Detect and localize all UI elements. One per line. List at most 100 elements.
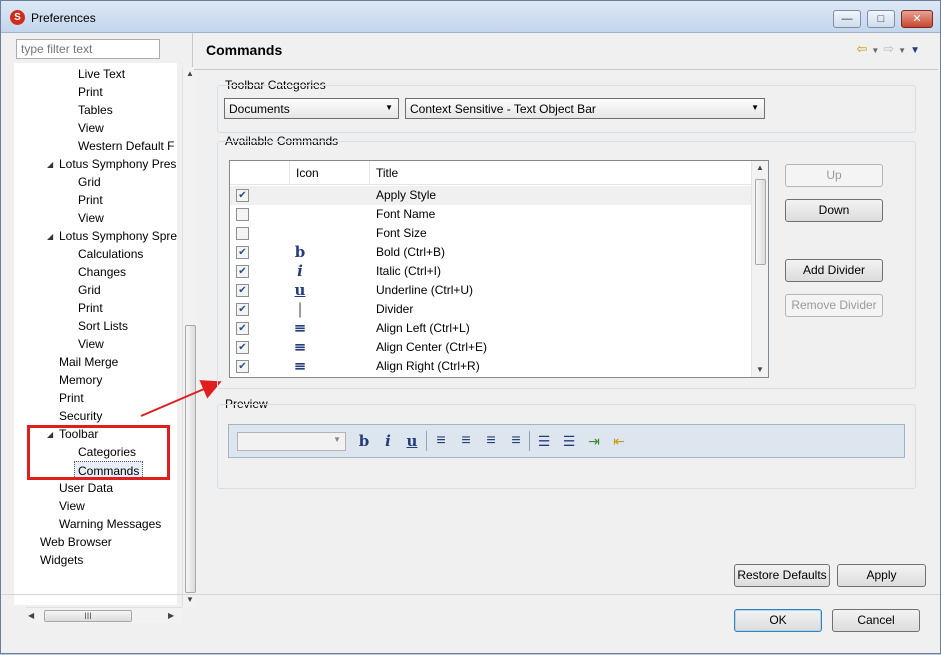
page-title: Commands [206,42,283,58]
scroll-up-icon[interactable]: ▲ [186,69,194,78]
command-checkbox[interactable]: ✔ [236,246,249,259]
tree-horizontal-scrollbar[interactable]: ◀ III ▶ [26,607,182,623]
tree-hscroll-thumb[interactable]: III [44,610,132,622]
table-row[interactable]: ✔ u Underline (Ctrl+U) [230,281,751,300]
tree-item[interactable]: Lotus Symphony Spre [59,227,177,245]
tree-item[interactable]: Grid [78,281,101,299]
table-row[interactable]: ✔ b Bold (Ctrl+B) [230,243,751,262]
chevron-down-icon: ▼ [751,103,759,112]
tree-item[interactable]: Security [59,407,102,425]
divider-icon: | [297,300,303,318]
table-row[interactable]: ✔ ≡ Align Right (Ctrl+R) [230,357,751,376]
command-checkbox[interactable]: ✔ [236,189,249,202]
title-bar: S Preferences — □ ✕ [1,1,940,33]
tree-item[interactable]: User Data [59,479,113,497]
commands-page: Commands ⇦▼⇨▼▼ Toolbar Categories Docume… [194,33,938,595]
scroll-left-icon[interactable]: ◀ [28,611,34,620]
back-menu-icon[interactable]: ▼ [871,46,883,55]
table-row[interactable]: ✔ i Italic (Ctrl+I) [230,262,751,281]
tree-item[interactable]: View [78,119,104,137]
forward-menu-icon[interactable]: ▼ [898,46,910,55]
command-checkbox[interactable]: ✔ [236,265,249,278]
scroll-right-icon[interactable]: ▶ [168,611,174,620]
table-row[interactable]: Font Size [230,224,751,243]
forward-icon[interactable]: ⇨ [883,41,898,56]
remove-divider-button[interactable]: Remove Divider [785,294,883,317]
command-checkbox[interactable]: ✔ [236,284,249,297]
column-header-title[interactable]: Title [370,161,751,185]
restore-defaults-button[interactable]: Restore Defaults [734,564,830,587]
tree-item[interactable]: View [78,209,104,227]
table-row[interactable]: ✔ Apply Style [230,186,751,205]
header-separator [194,69,938,70]
tree-item[interactable]: View [59,497,85,515]
tree-item[interactable]: Print [78,191,103,209]
table-row[interactable]: ✔ | Divider [230,300,751,319]
preview-align-center-icon: ≡ [461,432,471,449]
filter-input[interactable] [16,39,160,59]
command-checkbox[interactable]: ✔ [236,322,249,335]
preview-bullets-icon: ☰ [537,433,551,449]
table-row[interactable]: ✔ ≡ Align Center (Ctrl+E) [230,338,751,357]
tree-expand-icon[interactable]: ◢ [47,160,53,169]
command-checkbox[interactable] [236,208,249,221]
command-checkbox[interactable]: ✔ [236,341,249,354]
align-center-icon: ≡ [293,338,307,356]
tree-item[interactable]: Western Default F [78,137,174,155]
toolbar-select[interactable]: Context Sensitive - Text Object Bar ▼ [405,98,765,119]
bold-icon: b [294,243,306,261]
command-checkbox[interactable] [236,227,249,240]
command-checkbox[interactable]: ✔ [236,360,249,373]
command-title: Apply Style [376,188,437,202]
tree-item[interactable]: Print [59,389,84,407]
table-scroll-thumb[interactable] [755,179,766,265]
column-header-icon[interactable]: Icon [290,161,370,185]
view-menu-icon[interactable]: ▼ [910,45,924,56]
window-title: Preferences [31,11,96,25]
tree-item[interactable]: Memory [59,371,102,389]
preview-bold-icon: b [358,432,370,450]
table-row[interactable]: ✔ ≡ Align Left (Ctrl+L) [230,319,751,338]
tree-item[interactable]: Tables [78,101,113,119]
back-icon[interactable]: ⇦ [856,41,871,56]
tree-item[interactable]: Grid [78,173,101,191]
preview-justify-icon: ≡ [511,432,521,449]
tree-item[interactable]: Lotus Symphony Pres [59,155,176,173]
tree-item[interactable]: Warning Messages [59,515,161,533]
down-button[interactable]: Down [785,199,883,222]
command-checkbox[interactable]: ✔ [236,303,249,316]
tree-expand-icon[interactable]: ◢ [47,232,53,241]
command-title: Italic (Ctrl+I) [376,264,442,278]
add-divider-button[interactable]: Add Divider [785,259,883,282]
tree-item[interactable]: Web Browser [40,533,112,551]
tree-item[interactable]: Calculations [78,245,143,263]
close-button[interactable]: ✕ [901,10,933,28]
category-select[interactable]: Documents ▼ [224,98,399,119]
tree-item[interactable]: Live Text [78,65,125,83]
table-row[interactable]: Font Name [230,205,751,224]
apply-button[interactable]: Apply [837,564,926,587]
scroll-down-icon[interactable]: ▼ [756,365,764,374]
align-right-icon: ≡ [293,357,307,375]
minimize-button[interactable]: — [833,10,861,28]
tree-item[interactable]: Widgets [40,551,83,569]
command-title: Align Right (Ctrl+R) [376,359,480,373]
maximize-button[interactable]: □ [867,10,895,28]
tree-item[interactable]: Print [78,299,103,317]
tree-item[interactable]: Changes [78,263,126,281]
preview-combo: ▼ [237,432,346,451]
up-button[interactable]: Up [785,164,883,187]
table-scrollbar[interactable]: ▲ ▼ [751,161,768,377]
command-title: Font Size [376,226,427,240]
column-header-check[interactable] [230,161,290,185]
cancel-button[interactable]: Cancel [832,609,920,632]
preview-align-right-icon: ≡ [486,432,496,449]
toolbar-select-value: Context Sensitive - Text Object Bar [410,102,596,116]
scroll-up-icon[interactable]: ▲ [756,163,764,172]
scroll-down-icon[interactable]: ▼ [186,595,194,604]
tree-item[interactable]: Mail Merge [59,353,118,371]
tree-item[interactable]: Print [78,83,103,101]
ok-button[interactable]: OK [734,609,822,632]
tree-item[interactable]: View [78,335,104,353]
tree-item[interactable]: Sort Lists [78,317,128,335]
